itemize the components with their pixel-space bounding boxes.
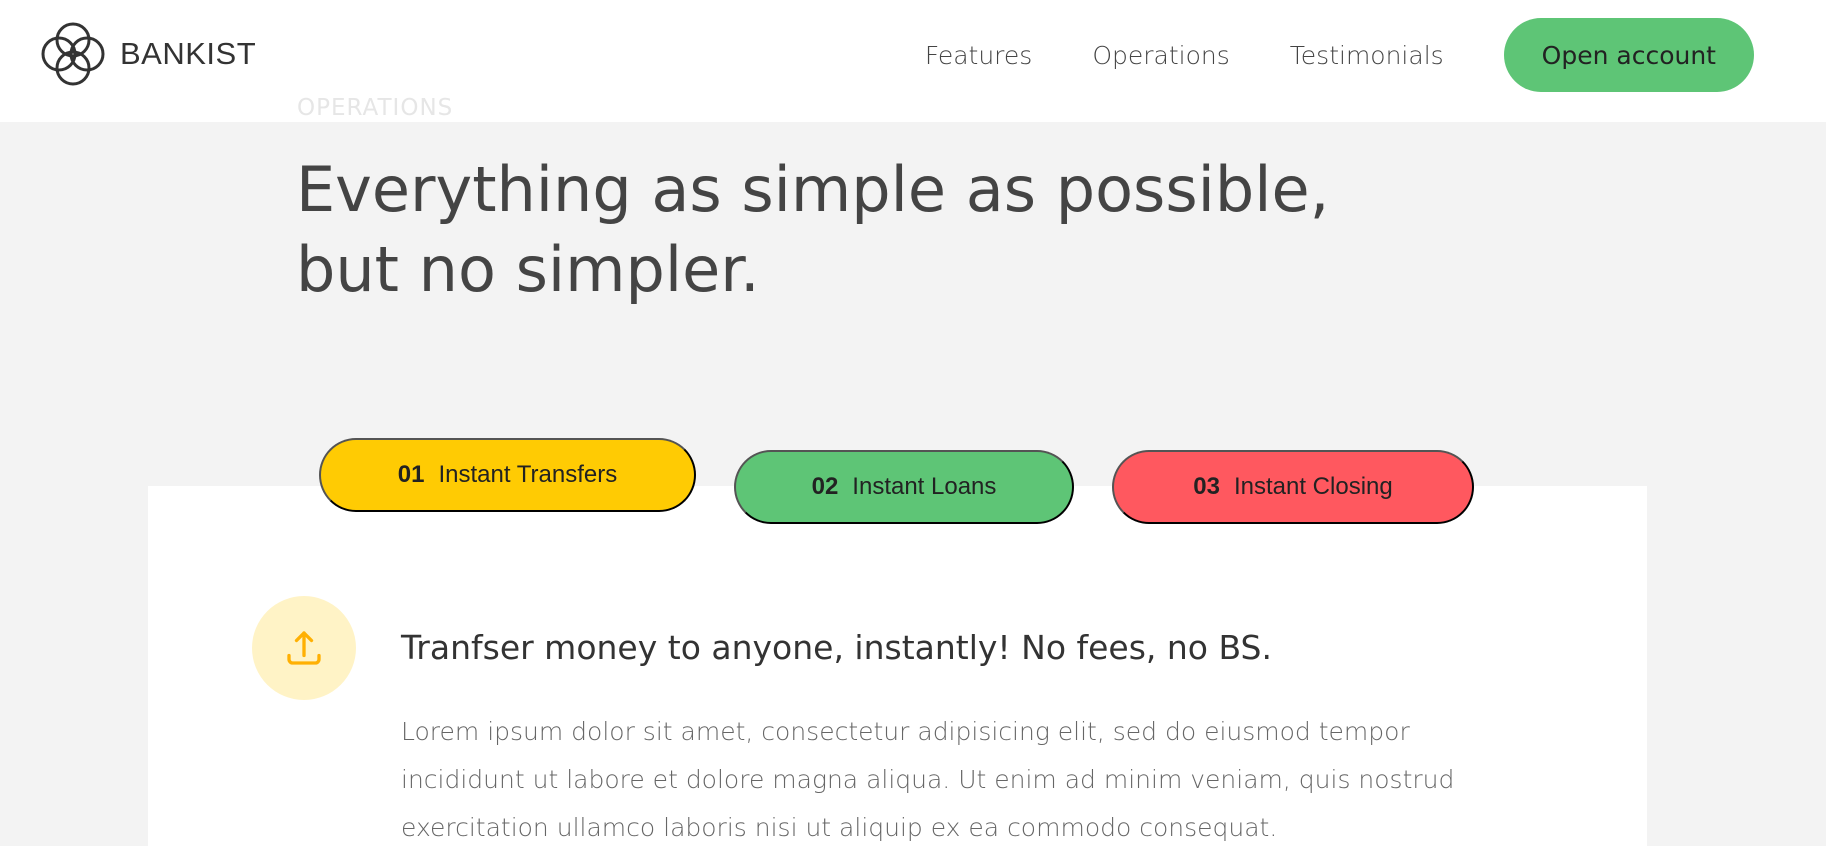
content-text: Lorem ipsum dolor sit amet, consectetur … bbox=[401, 717, 1455, 842]
nav-links: Features Operations Testimonials Open ac… bbox=[925, 0, 1826, 110]
upload-icon bbox=[287, 631, 321, 665]
nav-link-operations[interactable]: Operations bbox=[1092, 41, 1229, 70]
brand-logo[interactable]: BANKIST bbox=[38, 20, 256, 88]
four-circles-logo-icon bbox=[41, 22, 105, 86]
tab-label: Instant Closing bbox=[1233, 473, 1393, 500]
content-title: Tranfser money to anyone, instantly! No … bbox=[401, 628, 1272, 667]
brand-name: BANKIST bbox=[120, 36, 257, 71]
tab-number: 02 bbox=[811, 473, 839, 500]
section-label: OPERATIONS bbox=[297, 95, 454, 121]
navbar: BANKIST Features Operations Testimonials… bbox=[0, 0, 1826, 122]
section-headline: Everything as simple as possible, but no… bbox=[296, 153, 1330, 306]
tab-number: 03 bbox=[1193, 473, 1220, 500]
open-account-button[interactable]: Open account bbox=[1503, 18, 1754, 92]
tab-label: Instant Loans bbox=[852, 473, 997, 500]
tab-instant-closing[interactable]: 03 Instant Closing bbox=[1112, 450, 1474, 524]
tab-instant-transfers[interactable]: 01 Instant Transfers bbox=[319, 438, 696, 512]
tab-instant-loans[interactable]: 02 Instant Loans bbox=[734, 450, 1074, 524]
content-icon-circle bbox=[252, 596, 356, 700]
nav-link-features[interactable]: Features bbox=[925, 41, 1033, 70]
nav-link-testimonials[interactable]: Testimonials bbox=[1290, 41, 1444, 70]
tab-number: 01 bbox=[397, 461, 425, 488]
tab-label: Instant Transfers bbox=[438, 461, 618, 488]
